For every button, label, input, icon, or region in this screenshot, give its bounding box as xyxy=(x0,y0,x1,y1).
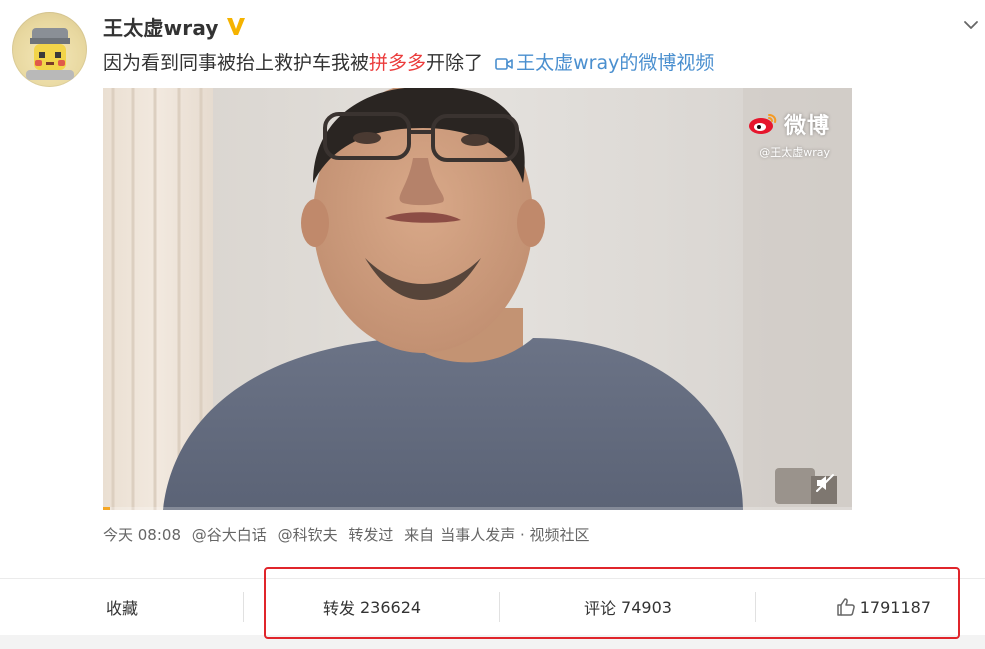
watermark-brand: 微博 xyxy=(783,114,830,139)
post-source[interactable]: 当事人发声 · 视频社区 xyxy=(440,526,589,544)
comment-button[interactable]: 评论 74903 xyxy=(500,579,756,635)
post-text-before: 因为看到同事被抬上救护车我被 xyxy=(103,52,370,74)
mute-icon[interactable] xyxy=(814,472,836,494)
like-button[interactable]: 1791187 xyxy=(756,579,985,635)
favorite-button[interactable]: 收藏 xyxy=(0,579,244,635)
favorite-label: 收藏 xyxy=(105,599,138,618)
like-count: 1791187 xyxy=(859,597,931,617)
forward-label: 转发 xyxy=(322,599,355,618)
forward-button[interactable]: 转发 236624 xyxy=(244,579,500,635)
username[interactable]: 王太虚wray xyxy=(103,12,219,41)
video-frame xyxy=(103,88,852,510)
video-progress-bar[interactable] xyxy=(103,507,852,510)
mention-2[interactable]: @科钦夫 xyxy=(278,526,338,544)
action-bar: 收藏 转发 236624 评论 74903 1791187 xyxy=(0,579,985,635)
verified-v-icon xyxy=(225,15,247,37)
source-prefix: 来自 xyxy=(404,526,435,544)
watermark-handle: @王太虚wray xyxy=(759,146,830,159)
video-link-label: 王太虚wray的微博视频 xyxy=(516,52,715,74)
thumbs-up-icon xyxy=(836,598,855,616)
bottom-strip xyxy=(0,635,985,649)
chevron-down-icon[interactable] xyxy=(963,17,979,33)
comment-count: 74903 xyxy=(621,597,672,617)
avatar-image xyxy=(26,28,74,80)
video-camera-icon xyxy=(495,50,513,80)
comment-label: 评论 xyxy=(584,599,617,618)
avatar[interactable] xyxy=(12,12,87,87)
video-progress-fill xyxy=(103,507,111,510)
video-link[interactable]: 王太虚wray的微博视频 xyxy=(495,52,714,74)
post-time[interactable]: 今天 08:08 xyxy=(103,526,181,544)
post-meta: 今天 08:08 @谷大白话 @科钦夫 转发过 来自 当事人发声 · 视频社区 xyxy=(103,524,596,545)
video-player[interactable]: 微博 @王太虚wray xyxy=(103,88,852,510)
post-text-after: 开除了 xyxy=(426,52,484,74)
weibo-logo-icon xyxy=(748,114,777,134)
post-text-highlight: 拼多多 xyxy=(369,52,427,74)
mention-1[interactable]: @谷大白话 xyxy=(192,526,267,544)
video-watermark: 微博 @王太虚wray xyxy=(748,108,830,160)
forward-count: 236624 xyxy=(359,597,422,617)
username-row: 王太虚wray xyxy=(103,10,247,42)
forwarded-label: 转发过 xyxy=(348,526,394,544)
post-text: 因为看到同事被抬上救护车我被拼多多开除了 王太虚wray的微博视频 xyxy=(103,48,714,80)
